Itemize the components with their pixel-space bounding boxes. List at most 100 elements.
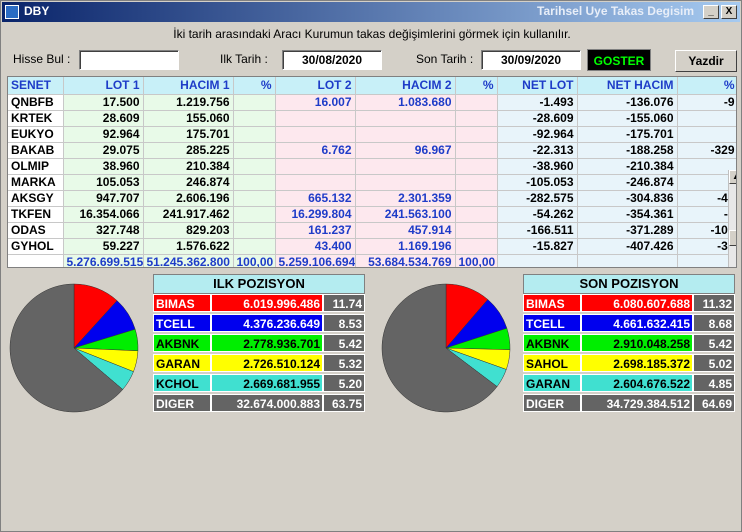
table-cell: KRTEK (8, 110, 64, 127)
table-cell: -304.836 (577, 190, 678, 207)
column-header[interactable]: SENET (8, 77, 64, 95)
son-pozisyon-title: SON POZISYON (523, 274, 735, 294)
hisse-search-input[interactable] (79, 50, 179, 70)
table-cell: AKSGY (8, 190, 64, 207)
table-cell (677, 110, 736, 127)
table-cell (355, 174, 456, 191)
table-row[interactable]: ODAS 327.748 829.203 161.237 457.914 -166.511… (8, 222, 736, 239)
position-row: KCHOL 2.669.681.955 5.20 (153, 374, 365, 392)
yazdir-button[interactable]: Yazdir (675, 50, 737, 72)
totals-cell: 5.259.106.694 (275, 254, 356, 267)
table-row[interactable]: OLMIP 38.960 210.384 -38.960 -210.384 (8, 158, 736, 175)
scroll-thumb[interactable] (729, 230, 736, 246)
table-cell (355, 158, 456, 175)
table-row[interactable]: GYHOL 59.227 1.576.622 43.400 1.169.196 -15.8… (8, 238, 736, 255)
table-cell: 246.874 (143, 174, 234, 191)
table-cell: 665.132 (275, 190, 356, 207)
table-cell: 1.219.756 (143, 94, 234, 111)
ilk-pozisyon-table: BIMAS 6.019.996.486 11.74 TCELL 4.376.236.64… (153, 294, 365, 414)
position-name: GARAN (523, 374, 581, 392)
table-cell: 155.060 (143, 110, 234, 127)
position-row: SAHOL 2.698.185.372 5.02 (523, 354, 735, 372)
position-row: BIMAS 6.019.996.486 11.74 (153, 294, 365, 312)
position-value: 2.778.936.701 (211, 334, 323, 352)
son-tarih-field[interactable]: 30/09/2020 (481, 50, 581, 70)
table-row[interactable]: EUKYO 92.964 175.701 -92.964 -175.701 (8, 126, 736, 143)
column-header[interactable]: % (455, 77, 498, 95)
grid-vertical-scrollbar[interactable]: ▲ ▼ (728, 170, 736, 267)
column-header[interactable]: LOT 1 (63, 77, 144, 95)
main-window: DBY Tarihsel Uye Takas Degisim _ X İki t… (0, 0, 742, 532)
table-cell (233, 222, 276, 239)
position-row: TCELL 4.661.632.415 8.68 (523, 314, 735, 332)
table-cell (233, 126, 276, 143)
table-cell: 17.500 (63, 94, 144, 111)
table-cell: 96.967 (355, 142, 456, 159)
minimize-button[interactable]: _ (703, 5, 719, 19)
position-row: DIGER 34.729.384.512 64.69 (523, 394, 735, 412)
position-row: GARAN 2.726.510.124 5.32 (153, 354, 365, 372)
position-name: TCELL (153, 314, 211, 332)
position-value: 2.910.048.258 (581, 334, 693, 352)
window-title: DBY (24, 4, 50, 18)
column-header[interactable]: % (233, 77, 276, 95)
column-header[interactable]: HACIM 1 (143, 77, 234, 95)
table-cell: 1.169.196 (355, 238, 456, 255)
table-cell: OLMIP (8, 158, 64, 175)
position-value: 6.019.996.486 (211, 294, 323, 312)
table-cell: ODAS (8, 222, 64, 239)
table-cell: -54.262 (497, 206, 578, 223)
table-cell: 829.203 (143, 222, 234, 239)
table-cell: 59.227 (63, 238, 144, 255)
table-row[interactable]: BAKAB 29.075 285.225 6.762 96.967 -22.313 -188… (8, 142, 736, 159)
table-row[interactable]: QNBFB 17.500 1.219.756 16.007 1.083.680 -1.49… (8, 94, 736, 111)
table-cell: 28.609 (63, 110, 144, 127)
table-cell (233, 158, 276, 175)
table-cell: -282.575 (497, 190, 578, 207)
son-pozisyon-pie (381, 283, 511, 413)
table-cell (355, 110, 456, 127)
table-row[interactable]: MARKA 105.053 246.874 -105.053 -246.874 (8, 174, 736, 191)
ilk-tarih-field[interactable]: 30/08/2020 (282, 50, 382, 70)
goster-button[interactable]: GOSTER (587, 49, 651, 71)
table-row[interactable]: AKSGY 947.707 2.606.196 665.132 2.301.359 -28… (8, 190, 736, 207)
position-row: AKBNK 2.778.936.701 5.42 (153, 334, 365, 352)
title-bar[interactable]: DBY Tarihsel Uye Takas Degisim _ X (2, 2, 740, 22)
column-header[interactable]: NET HACIM (577, 77, 678, 95)
column-header[interactable]: LOT 2 (275, 77, 356, 95)
table-cell (233, 238, 276, 255)
scroll-up-icon[interactable]: ▲ (729, 170, 736, 184)
totals-cell (497, 254, 578, 267)
position-name: BIMAS (153, 294, 211, 312)
column-header[interactable]: % (677, 77, 736, 95)
position-pct: 5.32 (323, 354, 365, 372)
table-cell (455, 206, 498, 223)
table-cell: 947.707 (63, 190, 144, 207)
column-header[interactable]: NET LOT (497, 77, 578, 95)
takas-grid: SENET LOT 1 HACIM 1% LOT 2 HACIM 2% NET LOT NE… (7, 76, 737, 268)
table-cell: -105.053 (497, 174, 578, 191)
table-cell (233, 110, 276, 127)
table-cell: -28.609 (497, 110, 578, 127)
table-cell (233, 174, 276, 191)
totals-cell (8, 254, 64, 267)
table-cell (455, 126, 498, 143)
column-header[interactable]: HACIM 2 (355, 77, 456, 95)
position-value: 6.080.607.688 (581, 294, 693, 312)
table-cell (275, 158, 356, 175)
table-row[interactable]: TKFEN 16.354.066 241.917.462 16.299.804 241.… (8, 206, 736, 223)
son-tarih-label: Son Tarih : (416, 52, 474, 66)
totals-cell: 51.245.362.800 (143, 254, 234, 267)
table-cell: GYHOL (8, 238, 64, 255)
position-name: GARAN (153, 354, 211, 372)
table-cell: -1.493 (497, 94, 578, 111)
position-pct: 5.42 (323, 334, 365, 352)
close-button[interactable]: X (721, 5, 737, 19)
position-name: KCHOL (153, 374, 211, 392)
table-cell: 29.075 (63, 142, 144, 159)
table-cell (455, 174, 498, 191)
table-cell: 175.701 (143, 126, 234, 143)
totals-cell: 5.276.699.515 (63, 254, 144, 267)
table-cell: -155.060 (577, 110, 678, 127)
table-row[interactable]: KRTEK 28.609 155.060 -28.609 -155.060 (8, 110, 736, 127)
